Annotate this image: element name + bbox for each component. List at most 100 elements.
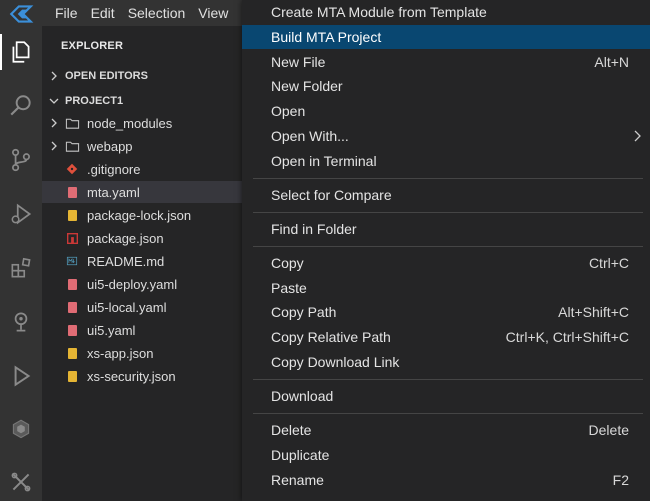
menu-item-shortcut: Ctrl+C (588, 255, 629, 271)
git-icon (64, 161, 80, 177)
tree-item-xs-app-json[interactable]: xs-app.json (42, 342, 242, 364)
tree-item-ui5-yaml[interactable]: ui5.yaml (42, 319, 242, 341)
tree-item-label: package.json (87, 230, 164, 246)
menu-item-label: New Folder (271, 78, 343, 94)
chevron-right-icon (51, 141, 57, 151)
tree-item-label: node_modules (87, 115, 173, 131)
yaml-file-icon (64, 276, 80, 292)
menu-item-open[interactable]: Open (242, 99, 650, 123)
project-header[interactable]: PROJECT1 (42, 90, 242, 112)
menu-item-label: Copy Relative Path (271, 329, 391, 345)
tools-icon[interactable] (0, 462, 42, 501)
menu-item-copy-path[interactable]: Copy Path Alt+Shift+C (242, 300, 650, 324)
tree-item-readme-md[interactable]: README.md (42, 250, 242, 272)
chevron-down-icon (49, 98, 59, 104)
menu-item-copy-relative-path[interactable]: Copy Relative Path Ctrl+K, Ctrl+Shift+C (242, 325, 650, 349)
chevron-right-icon (51, 118, 57, 128)
markdown-file-icon (64, 253, 80, 269)
explorer-icon[interactable] (0, 32, 42, 72)
menu-item-label: Find in Folder (271, 221, 357, 237)
menu-item-label: Rename (271, 472, 324, 488)
menu-item-label: Copy (271, 255, 304, 271)
menu-item-copy[interactable]: Copy Ctrl+C (242, 251, 650, 275)
menu-item-shortcut: F2 (612, 472, 629, 488)
json-file-icon (64, 368, 80, 384)
menu-item-rename[interactable]: Rename F2 (242, 468, 650, 492)
run-icon[interactable] (0, 356, 42, 396)
menu-item-duplicate[interactable]: Duplicate (242, 443, 650, 467)
tree-item-package-json[interactable]: package.json (42, 227, 242, 249)
folder-icon (64, 115, 80, 131)
menu-item-select-for-compare[interactable]: Select for Compare (242, 183, 650, 207)
activity-bar (0, 0, 42, 501)
explorer-title: EXPLORER (61, 40, 124, 52)
chevron-right-icon (634, 130, 641, 142)
menu-view[interactable]: View (198, 5, 228, 21)
tree-item-xs-security-json[interactable]: xs-security.json (42, 365, 242, 387)
json-file-icon (64, 207, 80, 223)
source-control-icon[interactable] (0, 140, 42, 180)
context-menu: Create MTA Module from Template Build MT… (242, 0, 650, 501)
npm-file-icon (64, 230, 80, 246)
menu-item-build-mta-project[interactable]: Build MTA Project (242, 25, 650, 49)
menu-separator (253, 379, 643, 380)
explorer-panel: EXPLORER OPEN EDITORS PROJECT1 node_modu… (42, 26, 242, 501)
extensions-icon[interactable] (0, 248, 42, 288)
menu-item-label: Delete (271, 422, 312, 438)
project-label: PROJECT1 (65, 95, 124, 107)
menu-selection[interactable]: Selection (128, 5, 186, 21)
tree-item-package-lock-json[interactable]: package-lock.json (42, 204, 242, 226)
menu-item-open-in-terminal[interactable]: Open in Terminal (242, 149, 650, 173)
menu-item-label: Create MTA Module from Template (271, 4, 487, 20)
menu-item-new-file[interactable]: New File Alt+N (242, 50, 650, 74)
search-icon[interactable] (0, 86, 42, 126)
menu-item-label: Paste (271, 280, 307, 296)
menu-item-label: Build MTA Project (271, 29, 382, 45)
tree-item-node-modules[interactable]: node_modules (42, 112, 242, 134)
tree-item-label: README.md (87, 253, 165, 269)
menu-item-label: Duplicate (271, 447, 330, 463)
tree-item-ui5-local-yaml[interactable]: ui5-local.yaml (42, 296, 242, 318)
menu-item-label: Select for Compare (271, 187, 392, 203)
menu-item-new-folder[interactable]: New Folder (242, 74, 650, 98)
run-debug-icon[interactable] (0, 194, 42, 234)
menu-item-label: Copy Download Link (271, 354, 400, 370)
menu-item-label: Open With... (271, 128, 349, 144)
menu-item-shortcut: Delete (588, 422, 629, 438)
menu-item-find-in-folder[interactable]: Find in Folder (242, 217, 650, 241)
folder-icon (64, 138, 80, 154)
menu-item-download[interactable]: Download (242, 384, 650, 408)
menu-item-open-with[interactable]: Open With... (242, 124, 650, 148)
menu-item-label: Open (271, 103, 306, 119)
tree-item-label: xs-security.json (87, 368, 176, 384)
menu-separator (253, 212, 643, 213)
menu-separator (253, 413, 643, 414)
menu-item-label: Open in Terminal (271, 153, 377, 169)
menu-item-paste[interactable]: Paste (242, 276, 650, 300)
open-editors-label: OPEN EDITORS (65, 70, 148, 82)
tree-item-gitignore[interactable]: .gitignore (42, 158, 242, 180)
menu-item-copy-download-link[interactable]: Copy Download Link (242, 350, 650, 374)
menu-item-delete[interactable]: Delete Delete (242, 418, 650, 442)
plugin-icon[interactable] (0, 410, 42, 450)
tree-item-label: package-lock.json (87, 207, 192, 223)
menu-file[interactable]: File (55, 5, 78, 21)
yaml-file-icon (64, 322, 80, 338)
menu-item-label: Copy Path (271, 304, 337, 320)
cloud-icon[interactable] (0, 302, 42, 342)
yaml-file-icon (64, 184, 80, 200)
tree-item-label: ui5-local.yaml (87, 299, 167, 315)
menu-edit[interactable]: Edit (91, 5, 115, 21)
tree-item-label: xs-app.json (87, 345, 154, 361)
tree-item-mta-yaml[interactable]: mta.yaml (42, 181, 242, 203)
tree-item-ui5-deploy-yaml[interactable]: ui5-deploy.yaml (42, 273, 242, 295)
menu-separator (253, 178, 643, 179)
open-editors-header[interactable]: OPEN EDITORS (42, 65, 242, 87)
tree-item-label: webapp (87, 138, 133, 154)
menu-item-create-mta-module[interactable]: Create MTA Module from Template (242, 0, 650, 24)
chevron-right-icon (51, 71, 57, 81)
tree-item-webapp[interactable]: webapp (42, 135, 242, 157)
tree-item-label: mta.yaml (87, 184, 140, 200)
logo-icon[interactable] (0, 0, 42, 28)
menu-item-shortcut: Alt+Shift+C (558, 304, 629, 320)
